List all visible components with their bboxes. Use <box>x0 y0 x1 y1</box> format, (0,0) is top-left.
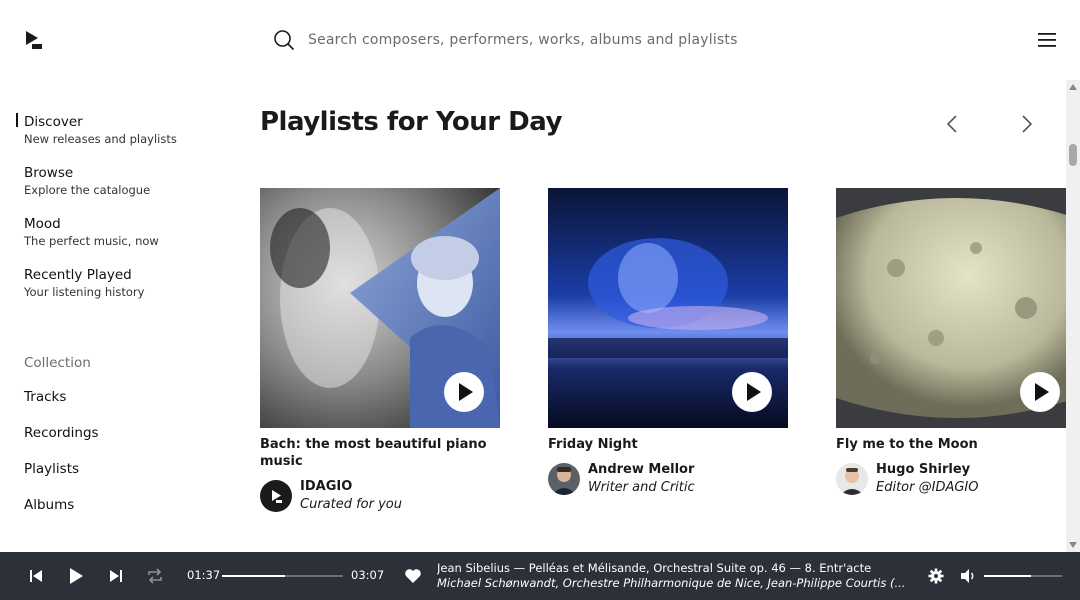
track-title[interactable]: Jean Sibelius — Pelléas et Mélisande, Or… <box>437 561 907 575</box>
curator: Andrew Mellor Writer and Critic <box>548 461 788 497</box>
volume-slider[interactable] <box>984 575 1062 577</box>
collection-item-albums[interactable]: Albums <box>24 497 74 513</box>
collection-item-tracks[interactable]: Tracks <box>24 389 66 405</box>
sidebar: Discover New releases and playlists Brow… <box>0 80 220 552</box>
sidebar-item-subtitle: Your listening history <box>24 285 145 299</box>
chevron-right-icon[interactable] <box>1016 112 1036 136</box>
heart-icon[interactable] <box>403 566 423 586</box>
playlist-card[interactable]: Bach: the most beautiful piano music IDA… <box>260 188 500 514</box>
play-button[interactable] <box>444 372 484 412</box>
search-input[interactable] <box>308 28 908 52</box>
hamburger-menu-icon[interactable] <box>1037 31 1057 49</box>
playlist-title[interactable]: Fly me to the Moon <box>836 436 1066 453</box>
sidebar-item-browse[interactable]: Browse Explore the catalogue <box>24 164 150 198</box>
sidebar-item-mood[interactable]: Mood The perfect music, now <box>24 215 159 249</box>
sidebar-item-recently-played[interactable]: Recently Played Your listening history <box>24 266 144 300</box>
sidebar-item-title: Recently Played <box>24 267 132 283</box>
chevron-left-icon[interactable] <box>943 112 963 136</box>
curator-name: Andrew Mellor <box>588 462 695 477</box>
sidebar-item-title: Mood <box>24 216 61 232</box>
sidebar-item-subtitle: Explore the catalogue <box>24 183 151 197</box>
sidebar-item-discover[interactable]: Discover New releases and playlists <box>24 113 177 147</box>
section-title: Playlists for Your Day <box>260 107 562 137</box>
track-artists[interactable]: Michael Schønwandt, Orchestre Philharmon… <box>437 576 907 590</box>
sidebar-item-title: Browse <box>24 165 74 181</box>
collection-heading: Collection <box>24 355 91 371</box>
playlist-card[interactable]: Friday Night Andrew Mellor Writer and Cr… <box>548 188 788 497</box>
curator: IDAGIO Curated for you <box>260 478 500 514</box>
collection-item-playlists[interactable]: Playlists <box>24 461 79 477</box>
sidebar-item-subtitle: New releases and playlists <box>24 132 177 146</box>
sidebar-item-subtitle: The perfect music, now <box>24 234 159 248</box>
playlist-title[interactable]: Bach: the most beautiful piano music <box>260 436 500 470</box>
curator-avatar <box>548 463 580 495</box>
player-bar: 01:37 03:07 Jean Sibelius — Pelléas et M… <box>0 552 1080 600</box>
playlist-card[interactable]: Fly me to the Moon Hugo Shirley Editor @… <box>836 188 1066 497</box>
scroll-up-icon[interactable] <box>1069 84 1077 90</box>
playlist-cover[interactable] <box>836 188 1066 428</box>
elapsed-time: 01:37 <box>187 568 221 582</box>
active-indicator <box>16 113 18 127</box>
next-track-icon[interactable] <box>106 566 126 586</box>
curator-role: Curated for you <box>300 497 403 512</box>
play-icon[interactable] <box>65 566 85 586</box>
curator: Hugo Shirley Editor @IDAGIO <box>836 461 1066 497</box>
curator-avatar <box>836 463 868 495</box>
main-content: Playlists for Your Day Bach: the most be… <box>220 80 1066 552</box>
play-button[interactable] <box>732 372 772 412</box>
scroll-down-icon[interactable] <box>1069 542 1077 548</box>
playlist-cover[interactable] <box>260 188 500 428</box>
progress-fill <box>222 575 285 577</box>
curator-name: Hugo Shirley <box>876 462 971 477</box>
curator-name: IDAGIO <box>300 479 353 494</box>
idagio-logo[interactable] <box>24 30 44 50</box>
header <box>0 0 1080 80</box>
idagio-avatar <box>260 480 292 512</box>
playlist-title[interactable]: Friday Night <box>548 436 788 453</box>
sidebar-item-title: Discover <box>24 114 83 130</box>
search-icon[interactable] <box>273 29 295 51</box>
scrollbar[interactable] <box>1066 80 1080 552</box>
repeat-icon[interactable] <box>145 566 165 586</box>
playlist-cover[interactable] <box>548 188 788 428</box>
duration-time: 03:07 <box>351 568 385 582</box>
volume-fill <box>984 575 1031 577</box>
scrollbar-thumb[interactable] <box>1069 144 1077 166</box>
progress-bar[interactable] <box>222 575 343 577</box>
volume-icon[interactable] <box>958 566 978 586</box>
curator-role: Writer and Critic <box>588 480 695 495</box>
play-button[interactable] <box>1020 372 1060 412</box>
previous-track-icon[interactable] <box>26 566 46 586</box>
curator-role: Editor @IDAGIO <box>876 480 979 495</box>
settings-gear-icon[interactable] <box>926 566 946 586</box>
collection-item-recordings[interactable]: Recordings <box>24 425 99 441</box>
